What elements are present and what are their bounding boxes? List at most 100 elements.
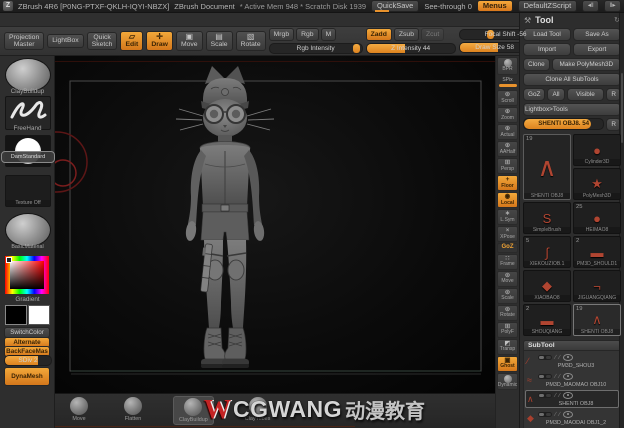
visibility-eye-icon[interactable]	[563, 392, 574, 399]
tool-thumbnail[interactable]: S SimpleBrush	[523, 202, 571, 234]
export-button[interactable]: Export	[573, 43, 621, 56]
right-shelf-button[interactable]: ⊛ Scale	[497, 287, 518, 304]
right-shelf-button[interactable]: Dynamic	[497, 372, 518, 390]
polypaint-icon[interactable]: ∕	[555, 393, 556, 399]
tool-thumbnail[interactable]: ● Cylinder3D	[573, 134, 621, 166]
polypaint-icon[interactable]: ∕	[555, 374, 556, 380]
tool-thumbnail[interactable]: 25 ● HEIMAO8	[573, 202, 621, 234]
sculpt-icon[interactable]: ∕	[559, 374, 560, 380]
edit-mode-button[interactable]: ▱ Edit	[120, 31, 144, 51]
right-shelf-button[interactable]: SPix	[497, 75, 518, 89]
right-shelf-button[interactable]: BPR	[497, 57, 518, 75]
right-shelf-button[interactable]: ⊛ Scroll	[497, 90, 518, 106]
clone-button[interactable]: Clone	[523, 58, 550, 71]
rgb-intensity-slider[interactable]: Rgb Intensity	[268, 43, 363, 55]
projection-master-button[interactable]: Projection Master	[4, 31, 45, 51]
right-shelf-button[interactable]: ∗ L.Sym	[497, 209, 518, 225]
sculpt-icon[interactable]: ∕	[559, 355, 560, 361]
save-as-button[interactable]: Save As	[573, 28, 621, 41]
zcut-button[interactable]: Zcut	[420, 27, 445, 42]
rgb-button[interactable]: Rgb	[296, 27, 319, 42]
lightbox-tools-button[interactable]: Lightbox>Tools	[523, 103, 621, 116]
quicksave-button[interactable]: QuickSave	[371, 0, 420, 12]
right-shelf-button[interactable]: + Floor	[497, 175, 518, 191]
polypaint-icon[interactable]: ∕	[555, 412, 556, 418]
right-shelf-button[interactable]: ⊞ PolyF	[497, 321, 518, 338]
polypaint-icon[interactable]: ∕	[555, 355, 556, 361]
move-mode-button[interactable]: ▣ Move	[175, 31, 203, 51]
zscript-play-button[interactable]: ‖▸	[604, 0, 622, 12]
right-shelf-button[interactable]: ⊞ Persp	[497, 158, 518, 174]
tool-thumbnail[interactable]: ★ PolyMesh3D	[573, 168, 621, 200]
clone-all-subtools-button[interactable]: Clone All SubTools	[523, 73, 621, 86]
gradient-label[interactable]: Gradient	[0, 296, 55, 303]
right-shelf-button[interactable]: ◉ Local	[497, 192, 518, 208]
right-shelf-button[interactable]: GoZ	[497, 243, 518, 253]
zadd-button[interactable]: Zadd	[365, 27, 392, 42]
main-color-swatch[interactable]	[5, 305, 27, 325]
subtool-row[interactable]: ∕ ∕ ∕ PM3D_SHOU3	[525, 352, 619, 370]
tool-shape-icon: ∧	[592, 312, 602, 327]
tool-thumbnail[interactable]: ¬ JIGUANGQIANG	[573, 270, 621, 302]
tool-thumbnail[interactable]: 19 ∧ SHENTI OBJ8	[573, 304, 621, 336]
current-brush-thumbnail[interactable]	[5, 58, 51, 92]
tray-brush-item[interactable]: Move	[65, 396, 93, 423]
right-shelf-button[interactable]: ⊛ Move	[497, 270, 518, 287]
right-shelf-button[interactable]: ⊕ Zoom	[497, 107, 518, 123]
secondary-color-swatch[interactable]	[28, 305, 50, 325]
subtool-toggle[interactable]	[538, 412, 552, 417]
tray-brush-item[interactable]: Flatten	[119, 396, 147, 423]
tool-thumbnail[interactable]: 19 ∧ SHENTI OBJ8	[523, 134, 571, 200]
draw-size-slider[interactable]: Draw Size 58	[458, 42, 531, 53]
import-button[interactable]: Import	[523, 43, 571, 56]
subtool-row[interactable]: ◆ ∕ ∕ PM3D_MAODAI OBJ1_2	[525, 409, 619, 427]
goz-visible-button[interactable]: Visible	[566, 88, 605, 101]
default-zscript-button[interactable]: DefaultZScript	[517, 0, 578, 12]
sdiv-slider[interactable]: SDiv 2	[4, 355, 52, 366]
subtool-toggle[interactable]	[538, 393, 552, 398]
goz-all-button[interactable]: All	[547, 88, 565, 101]
current-texture-thumbnail[interactable]: Texture Off	[5, 175, 51, 207]
subtool-header[interactable]: SubTool	[523, 340, 621, 351]
mrgb-button[interactable]: Mrgb	[268, 27, 295, 42]
tool-thumbnail[interactable]: ◆ XIAOBAO8	[523, 270, 571, 302]
visibility-eye-icon[interactable]	[563, 354, 574, 361]
quick-sketch-button[interactable]: Quick Sketch	[86, 31, 118, 51]
zsub-button[interactable]: Zsub	[393, 27, 419, 42]
tool-thumbnail[interactable]: 2 ▬ SHOUQIANG	[523, 304, 571, 336]
draw-mode-button[interactable]: ✛ Draw	[146, 31, 173, 51]
subtool-toggle[interactable]	[538, 355, 552, 360]
subtool-row[interactable]: ≈ ∕ ∕ PM3D_MAOMAO OBJ10	[525, 371, 619, 389]
z-intensity-slider[interactable]: Z Intensity 44	[365, 43, 456, 55]
scale-mode-button[interactable]: ▤ Scale	[205, 31, 233, 51]
menus-toggle-button[interactable]: Menus	[476, 0, 513, 12]
make-polymesh3d-button[interactable]: Make PolyMesh3D	[551, 58, 621, 71]
tool-thumbnail[interactable]: 5 ∫ XIEKOUZIOB.1	[523, 236, 571, 268]
right-shelf-button[interactable]: × XPose	[497, 226, 518, 242]
right-shelf-button[interactable]: ⊛ Rotate	[497, 304, 518, 321]
right-shelf-button[interactable]: ∷ Frame	[497, 253, 518, 270]
lightbox-button[interactable]: LightBox	[47, 34, 84, 48]
zscript-rewind-button[interactable]: ◂‖	[582, 0, 600, 12]
goz-button[interactable]: GoZ	[523, 88, 546, 101]
right-shelf-button[interactable]: ◩ Transp	[497, 338, 518, 355]
m-button[interactable]: M	[320, 27, 337, 42]
document-canvas[interactable]	[55, 56, 495, 393]
right-shelf-button[interactable]: ▣ Ghost	[497, 355, 518, 372]
right-shelf-button[interactable]: ⊕ Actual	[497, 124, 518, 140]
rotate-mode-button[interactable]: ▧ Rotate	[235, 31, 266, 51]
current-material-thumbnail[interactable]	[5, 213, 51, 247]
focal-shift-slider[interactable]: Focal Shift -56	[458, 29, 553, 40]
color-picker[interactable]	[5, 256, 49, 294]
subtool-toggle[interactable]	[538, 374, 552, 379]
visibility-eye-icon[interactable]	[563, 373, 574, 380]
see-through-slider[interactable]: See-through 0	[424, 2, 472, 11]
tool-thumbnail[interactable]: 2 ▬ PM3D_SHOULD1	[573, 236, 621, 268]
sculpt-icon[interactable]: ∕	[559, 393, 560, 399]
subtool-row[interactable]: ∧ ∕ ∕ SHENTI OBJ8	[525, 390, 619, 408]
dynamesh-button[interactable]: DynaMesh	[4, 367, 50, 386]
sculpt-icon[interactable]: ∕	[559, 412, 560, 418]
current-tool-slider[interactable]: SHENTI OBJ8. 54	[523, 118, 605, 130]
visibility-eye-icon[interactable]	[563, 411, 574, 418]
right-shelf-button[interactable]: ⊕ AAHalf	[497, 141, 518, 157]
